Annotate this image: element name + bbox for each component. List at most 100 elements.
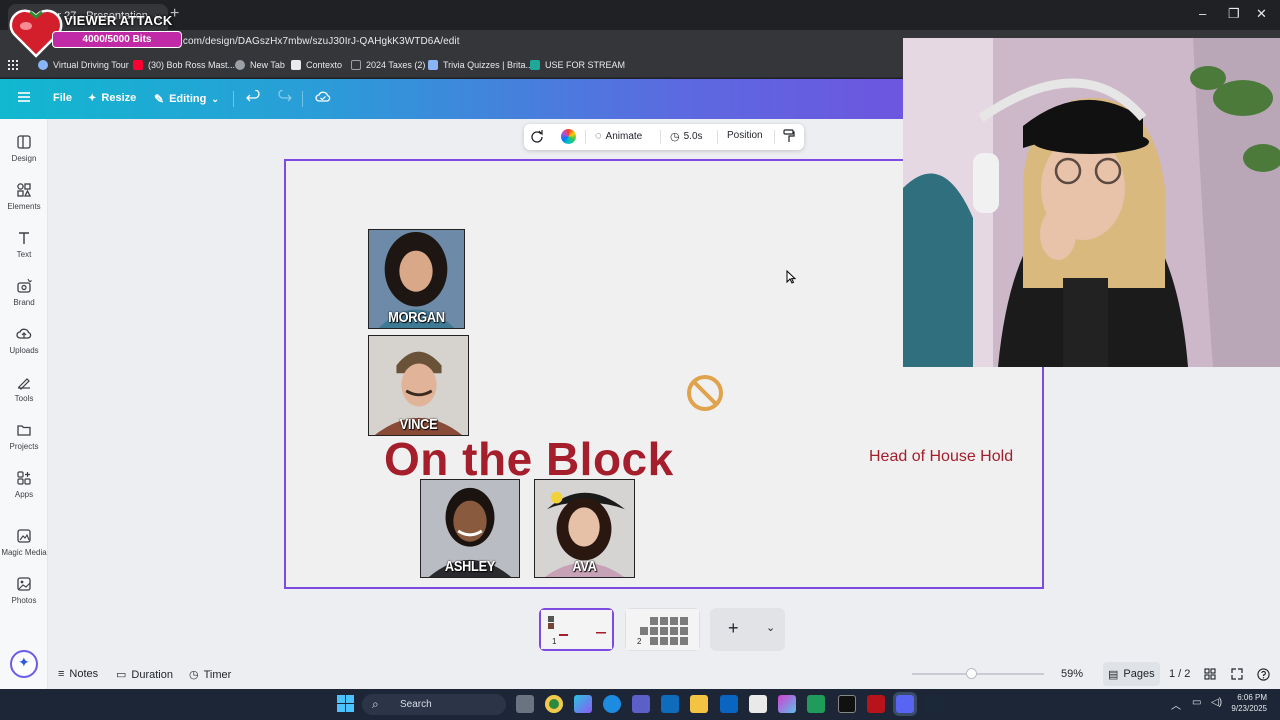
bookmark-bob-ross[interactable]: (30) Bob Ross Mast... — [133, 60, 235, 70]
replace-icon[interactable] — [530, 129, 544, 143]
duration-bottom-button[interactable]: ▭ Duration — [116, 668, 173, 682]
sidebar-label: Tools — [14, 394, 34, 403]
url-text[interactable]: .com/design/DAGszHx7mbw/szuJ30IrJ-QAHgkK… — [180, 36, 460, 47]
photo-card-vince[interactable]: VINCE — [368, 335, 469, 436]
bookmark-label: Contexto — [306, 60, 343, 70]
outlook-icon[interactable] — [720, 695, 738, 713]
clock-icon: ◷ — [670, 131, 680, 143]
tray-chevron-icon[interactable]: ︿ — [1171, 697, 1181, 712]
duration-button[interactable]: ◷ 5.0s — [670, 130, 703, 143]
sidebar-item-tools[interactable]: Tools — [0, 374, 48, 403]
chrome-icon[interactable] — [545, 695, 563, 713]
toolbar-divider — [585, 130, 586, 144]
sidebar-label: Magic Media — [1, 548, 47, 557]
notes-label: Notes — [69, 668, 99, 680]
magic-assistant-button[interactable]: ✦ — [10, 650, 38, 678]
apps-icon — [17, 471, 31, 485]
redo-icon[interactable] — [278, 90, 292, 104]
notes-button[interactable]: ≡ Notes — [58, 668, 98, 680]
page-thumbnail-2[interactable]: 2 — [625, 608, 700, 651]
store-icon[interactable] — [749, 695, 767, 713]
bookmark-2024-taxes[interactable]: 2024 Taxes (2) — [351, 60, 425, 70]
pages-button[interactable]: ▤ Pages — [1103, 662, 1160, 686]
timer-button[interactable]: ◷ Timer — [189, 668, 231, 682]
teams-icon[interactable] — [632, 695, 650, 713]
photo-card-ava[interactable]: AVA — [534, 479, 635, 578]
minimize-icon[interactable]: – — [1199, 6, 1206, 21]
position-button[interactable]: Position — [727, 130, 763, 141]
editing-dropdown[interactable]: ✎ Editing ⌄ — [154, 92, 219, 106]
chevron-down-icon: ⌄ — [211, 93, 219, 104]
sidebar-item-design[interactable]: Design — [0, 134, 48, 163]
file-explorer-icon[interactable] — [690, 695, 708, 713]
element-toolbar: ◌ Animate ◷ 5.0s Position — [524, 124, 804, 150]
duration-label: Duration — [131, 668, 173, 681]
task-view-icon[interactable] — [516, 695, 534, 713]
sidebar-item-uploads[interactable]: Uploads — [0, 326, 48, 355]
no-sign-icon[interactable] — [686, 374, 724, 412]
photos-app-icon[interactable] — [661, 695, 679, 713]
bookmark-trivia[interactable]: Trivia Quizzes | Brita... — [428, 60, 533, 70]
app-icon[interactable] — [867, 695, 885, 713]
help-icon[interactable] — [1257, 668, 1270, 681]
pages-icon: ▤ — [1108, 668, 1119, 681]
edge-icon[interactable] — [603, 695, 621, 713]
add-page-button[interactable]: + ⌄ — [710, 608, 785, 651]
youtube-icon — [133, 60, 143, 70]
sidebar-item-brand[interactable]: Brand — [0, 278, 48, 307]
chevron-down-icon[interactable]: ⌄ — [766, 621, 775, 634]
zoom-level[interactable]: 59% — [1061, 668, 1083, 680]
editing-label: Editing — [169, 93, 207, 105]
cloud-save-icon[interactable] — [315, 90, 331, 104]
animate-button[interactable]: ◌ Animate — [595, 130, 642, 142]
clock-date: 9/23/2025 — [1231, 704, 1267, 713]
resize-button[interactable]: ✦ Resize — [88, 92, 136, 104]
slide-subtitle[interactable]: Head of House Hold — [869, 448, 1013, 466]
sidebar-item-projects[interactable]: Projects — [0, 422, 48, 451]
sparkle-icon: ✦ — [18, 654, 30, 670]
menu-icon[interactable] — [17, 90, 31, 104]
network-icon[interactable]: ▭ — [1192, 697, 1201, 708]
fullscreen-icon[interactable] — [1231, 668, 1243, 680]
restore-icon[interactable]: ❐ — [1228, 6, 1240, 22]
copilot-icon[interactable] — [574, 695, 592, 713]
bookmark-contexto[interactable]: Contexto — [291, 60, 342, 70]
sidebar-item-apps[interactable]: Apps — [0, 470, 48, 499]
sidebar-item-photos[interactable]: Photos — [0, 576, 48, 605]
sidebar-item-text[interactable]: Text — [0, 230, 48, 259]
bookmark-use-for-stream[interactable]: USE FOR STREAM — [530, 60, 625, 70]
photo-card-ashley[interactable]: ASHLEY — [420, 479, 520, 578]
windows-start-icon[interactable] — [337, 695, 354, 717]
toolbar-divider — [660, 130, 661, 144]
slide-title[interactable]: On the Block — [384, 432, 674, 486]
taskbar-clock[interactable]: 6:06 PM 9/23/2025 — [1221, 692, 1267, 714]
capcut-icon[interactable] — [838, 695, 856, 713]
trivia-icon — [428, 60, 438, 70]
zoom-slider[interactable] — [912, 668, 1044, 679]
sidebar-item-magic-media[interactable]: Magic Media — [0, 528, 48, 557]
zoom-slider-handle[interactable] — [966, 668, 977, 679]
app-icon[interactable] — [778, 695, 796, 713]
color-wheel-icon[interactable] — [561, 129, 576, 144]
bookmark-new-tab[interactable]: New Tab — [235, 60, 285, 70]
grid-view-icon[interactable] — [1204, 668, 1216, 680]
search-label: Search — [400, 699, 432, 710]
apps-grid-icon[interactable] — [8, 60, 18, 70]
paint-roller-icon[interactable] — [783, 129, 795, 143]
bookmark-virtual-driving-tour[interactable]: Virtual Driving Tour — [38, 60, 129, 70]
undo-icon[interactable] — [246, 90, 260, 104]
photos-icon — [17, 577, 31, 591]
steam-icon[interactable] — [926, 695, 944, 713]
bookmark-label: USE FOR STREAM — [545, 60, 626, 70]
sidebar-label: Uploads — [9, 346, 39, 355]
page-thumbnail-1[interactable]: 1 — [539, 608, 614, 651]
discord-icon[interactable] — [896, 695, 914, 713]
file-menu[interactable]: File — [53, 92, 72, 104]
photo-card-morgan[interactable]: MORGAN — [368, 229, 465, 329]
webcam-image — [903, 38, 1280, 367]
taskbar-search[interactable]: ⌕ Search — [362, 694, 506, 715]
bookmark-label: 2024 Taxes (2) — [366, 60, 426, 70]
app-icon[interactable] — [807, 695, 825, 713]
close-window-icon[interactable]: ✕ — [1256, 6, 1267, 22]
sidebar-item-elements[interactable]: Elements — [0, 182, 48, 211]
